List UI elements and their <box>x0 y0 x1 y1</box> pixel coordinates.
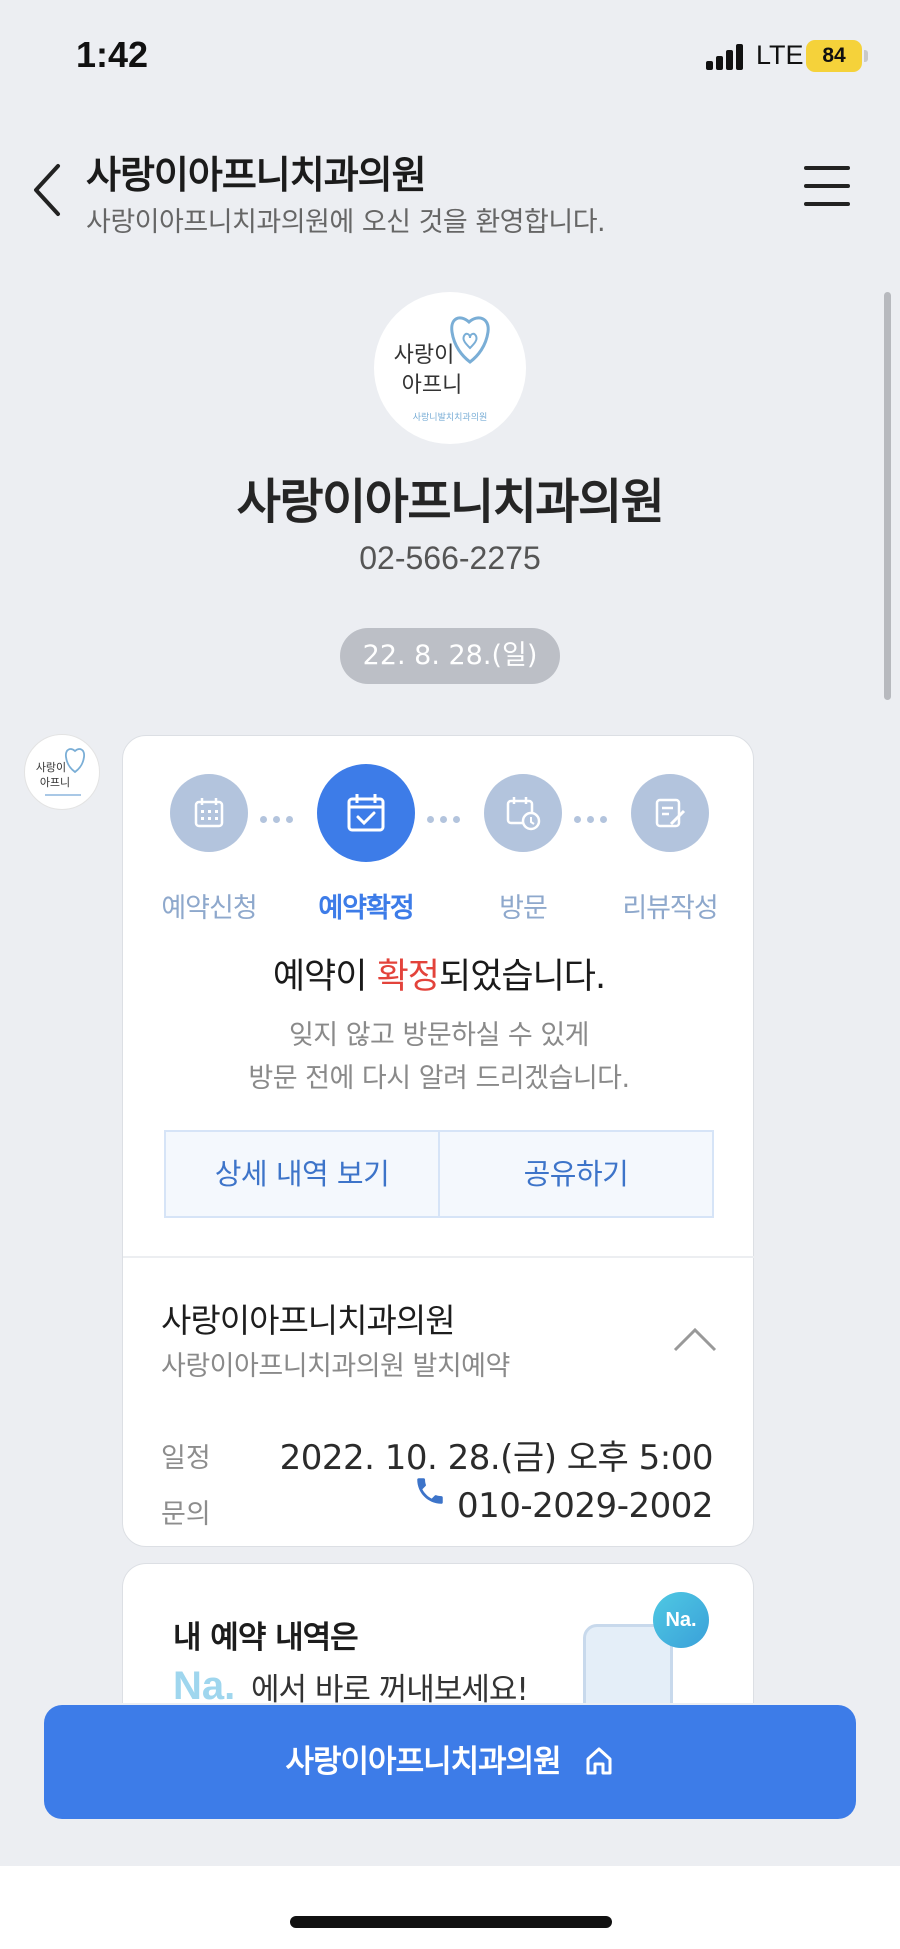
title-suffix: 되었습니다. <box>439 957 606 997</box>
chevron-left-icon <box>34 164 60 216</box>
naver-badge-icon: Na. <box>653 1592 709 1648</box>
cta-label: 사랑이아프니치과의원 <box>285 1744 562 1780</box>
clinic-logo: 사랑이 아프니 사랑니발치치과의원 <box>374 292 526 444</box>
hamburger-line <box>804 202 850 206</box>
description-line: 방문 전에 다시 알려 드리겠습니다. <box>248 1063 630 1094</box>
svg-text:사랑니발치치과의원: 사랑니발치치과의원 <box>413 411 488 423</box>
promo-title: 내 예약 내역은 <box>173 1620 359 1656</box>
share-button[interactable]: 공유하기 <box>440 1132 712 1216</box>
svg-text:사랑이: 사랑이 <box>394 343 455 368</box>
collapse-button[interactable] <box>671 1324 719 1354</box>
clinic-home-button[interactable]: 사랑이아프니치과의원 <box>44 1705 856 1819</box>
home-indicator[interactable] <box>290 1916 612 1928</box>
chat-date-badge: 22. 8. 28.(일) <box>340 628 560 684</box>
calendar-icon <box>170 774 248 852</box>
detail-service: 사랑이아프니치과의원 발치예약 <box>161 1351 510 1382</box>
naver-logo: Na. <box>173 1664 236 1703</box>
divider <box>123 1256 755 1258</box>
contact-phone-link[interactable]: 010-2029-2002 <box>457 1486 714 1526</box>
action-buttons: 상세 내역 보기 공유하기 <box>164 1130 714 1218</box>
step-label-request: 예약신청 <box>161 893 257 924</box>
promo-card[interactable]: 내 예약 내역은 Na. 에서 바로 꺼내보세요! Na. <box>122 1563 754 1703</box>
svg-text:아프니: 아프니 <box>40 776 70 789</box>
chevron-up-icon <box>673 1327 717 1352</box>
battery-icon: 84 <box>806 40 862 72</box>
svg-text:사랑이: 사랑이 <box>36 761 66 774</box>
svg-text:아프니: 아프니 <box>402 373 463 398</box>
step-connector <box>427 808 473 823</box>
battery-tip <box>864 50 868 62</box>
page-subtitle: 사랑이아프니치과의원에 오신 것을 환영합니다. <box>86 207 606 238</box>
step-connector <box>574 808 620 823</box>
avatar: 사랑이 아프니 <box>24 734 100 810</box>
confirmation-title: 예약이 확정되었습니다. <box>123 948 755 999</box>
reservation-steps: 예약신청 예약확정 방문 리뷰작성 <box>123 764 755 924</box>
hamburger-icon <box>804 166 850 170</box>
clinic-name: 사랑이아프니치과의원 <box>236 474 665 530</box>
detail-clinic-name: 사랑이아프니치과의원 <box>161 1301 456 1340</box>
home-icon <box>586 1747 611 1774</box>
promo-text: 에서 바로 꺼내보세요! <box>251 1672 529 1703</box>
network-type: LTE <box>756 40 804 70</box>
contact-label: 문의 <box>161 1499 211 1530</box>
description-line: 잊지 않고 방문하실 수 있게 <box>288 1020 590 1051</box>
review-edit-icon <box>631 774 709 852</box>
title-highlight: 확정 <box>376 957 440 997</box>
schedule-label: 일정 <box>161 1443 211 1474</box>
title-prefix: 예약이 <box>272 957 377 997</box>
view-details-button[interactable]: 상세 내역 보기 <box>166 1132 440 1216</box>
calendar-check-icon <box>317 764 415 862</box>
schedule-value: 2022. 10. 28.(금) 오후 5:00 <box>279 1438 714 1478</box>
confirmation-description: 잊지 않고 방문하실 수 있게 방문 전에 다시 알려 드리겠습니다. <box>123 1014 755 1100</box>
step-label-review: 리뷰작성 <box>622 893 718 924</box>
bottom-safe-area <box>0 1866 900 1949</box>
page-title: 사랑이아프니치과의원 <box>86 153 427 197</box>
calendar-clock-icon <box>484 774 562 852</box>
status-time: 1:42 <box>76 34 149 75</box>
phone-icon <box>417 1478 443 1504</box>
status-bar: 1:42 LTE 84 <box>0 0 900 110</box>
step-label-confirmed: 예약확정 <box>318 893 414 924</box>
clinic-phone[interactable]: 02-566-2275 <box>0 540 900 577</box>
step-connector <box>260 808 306 823</box>
hamburger-line <box>804 184 850 188</box>
tooth-heart-logo: 사랑이 아프니 사랑니발치치과의원 <box>394 316 490 423</box>
signal-icon <box>706 44 746 70</box>
back-button[interactable] <box>28 160 68 220</box>
scrollbar[interactable] <box>884 292 891 700</box>
step-label-visit: 방문 <box>499 893 548 924</box>
menu-button[interactable] <box>804 166 850 208</box>
reservation-card: 예약신청 예약확정 방문 리뷰작성 예약이 확정되었습니다. 잊지 않고 방문하… <box>122 735 755 1547</box>
app-header: 사랑이아프니치과의원 사랑이아프니치과의원에 오신 것을 환영합니다. <box>0 130 900 240</box>
